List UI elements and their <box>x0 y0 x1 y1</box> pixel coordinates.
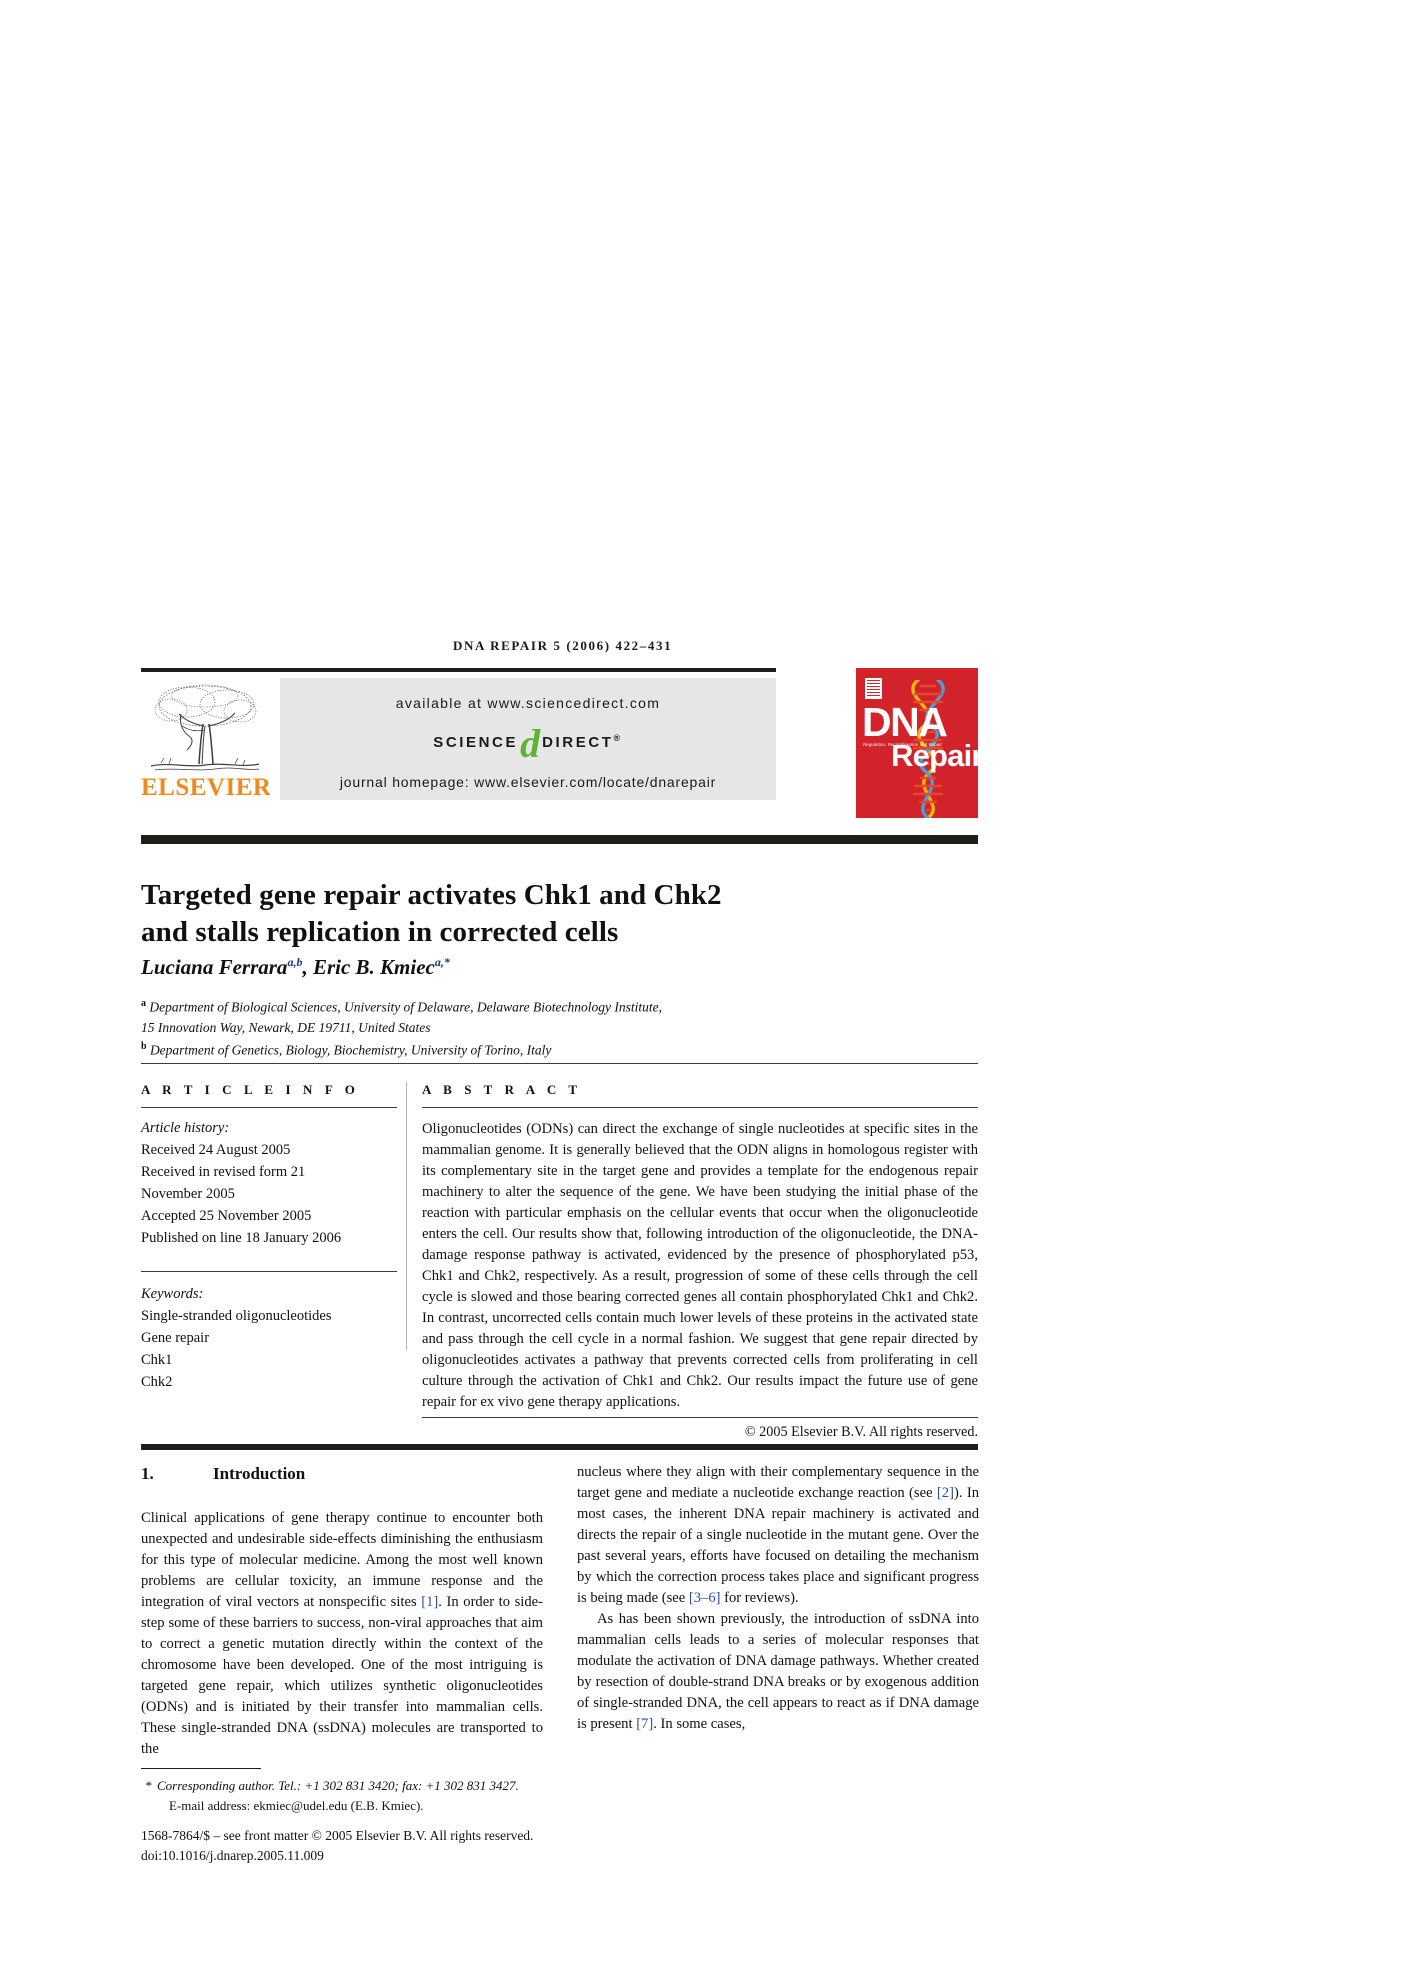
running-head: DNA REPAIR 5 (2006) 422–431 <box>453 638 673 653</box>
abstract-section: A B S T R A C T Oligonucleotides (ODNs) … <box>422 1082 978 1441</box>
body-column-left: 1. Introduction Clinical applications of … <box>141 1462 543 1760</box>
abstract-heading: A B S T R A C T <box>422 1082 582 1097</box>
history-line: Published on line 18 January 2006 <box>141 1230 342 1247</box>
section-heading-introduction: 1. Introduction <box>141 1462 543 1486</box>
title-line-2: and stalls replication in corrected cell… <box>141 915 619 948</box>
journal-homepage-text: journal homepage: www.elsevier.com/locat… <box>339 774 717 790</box>
sciencedirect-left-text: SCIENCE <box>433 734 519 751</box>
affiliation-b-marker: b <box>141 1041 147 1053</box>
journal-cover-thumbnail: DNA Repair Regulation, Recombination and… <box>856 668 978 818</box>
keyword-item: Chk1 <box>141 1352 173 1369</box>
affiliations: a Department of Biological Sciences, Uni… <box>141 996 901 1062</box>
affiliation-a-marker: a <box>141 998 146 1009</box>
banner-bottom-bar <box>141 835 978 844</box>
body-top-bar <box>141 1444 978 1450</box>
registered-trademark-icon: ® <box>613 733 623 743</box>
author-list: Luciana Ferraraa,b, Eric B. Kmieca,* <box>141 955 450 979</box>
corresponding-author-text: Corresponding author. Tel.: +1 302 831 3… <box>157 1778 519 1793</box>
header-rule <box>141 668 776 672</box>
imprint-block: 1568-7864/$ – see front matter © 2005 El… <box>141 1826 621 1867</box>
cover-subtitle: Regulation, Recombination and Repair <box>863 742 943 747</box>
history-line: November 2005 <box>141 1186 235 1203</box>
abstract-body: Oligonucleotides (ODNs) can direct the e… <box>422 1121 978 1410</box>
affiliation-a: a Department of Biological Sciences, Uni… <box>141 996 901 1018</box>
affiliation-a-line1: Department of Biological Sciences, Unive… <box>149 999 663 1015</box>
footnote-rule <box>141 1768 261 1769</box>
affiliation-b: b Department of Genetics, Biology, Bioch… <box>141 1039 901 1061</box>
keyword-item: Single-stranded oligonucleotides <box>141 1308 332 1325</box>
info-abstract-divider <box>406 1082 407 1350</box>
elsevier-tree-icon <box>150 684 260 771</box>
email-address-note: E-mail address: ekmiec@udel.edu (E.B. Km… <box>169 1797 424 1813</box>
page-title: Targeted gene repair activates Chk1 and … <box>141 877 901 950</box>
title-line-1: Targeted gene repair activates Chk1 and … <box>141 879 722 912</box>
journal-banner: ELSEVIER available at www.sciencedirect.… <box>141 678 776 804</box>
section-title: Introduction <box>213 1464 306 1483</box>
article-first-page: DNA REPAIR 5 (2006) 422–431 ELSEVIER ava… <box>0 0 1403 1985</box>
info-top-rule <box>141 1063 978 1064</box>
corresponding-author-marker: * <box>145 1778 152 1793</box>
sciencedirect-d-icon: d <box>520 721 541 766</box>
front-matter-line: 1568-7864/$ – see front matter © 2005 El… <box>141 1828 534 1843</box>
article-info-heading: A R T I C L E I N F O <box>141 1082 360 1097</box>
doi-line: doi:10.1016/j.dnarep.2005.11.009 <box>141 1848 324 1864</box>
article-history-label: Article history: <box>141 1120 230 1136</box>
sciencedirect-logo: SCIENCEd DIRECT® <box>280 721 776 766</box>
intro-paragraph-right-1: nucleus where they align with their comp… <box>577 1464 979 1606</box>
section-number: 1. <box>141 1464 154 1483</box>
keywords-block: Keywords: Single-stranded oligonucleotid… <box>141 1272 397 1393</box>
footnote-block: * Corresponding author. Tel.: +1 302 831 … <box>141 1776 561 1815</box>
keywords-label: Keywords: <box>141 1286 204 1303</box>
history-line: Received 24 August 2005 <box>141 1142 291 1159</box>
body-column-right: nucleus where they align with their comp… <box>577 1462 979 1735</box>
corresponding-author-note: * Corresponding author. Tel.: +1 302 831 … <box>141 1776 561 1796</box>
history-line: Received in revised form 21 <box>141 1164 306 1181</box>
affiliation-b-line1: Department of Genetics, Biology, Biochem… <box>149 1042 552 1058</box>
intro-paragraph-right-2: As has been shown previously, the introd… <box>577 1611 979 1732</box>
article-history-block: Article history: Received 24 August 2005… <box>141 1108 397 1249</box>
dna-helix-icon <box>911 680 945 818</box>
history-line: Accepted 25 November 2005 <box>141 1208 312 1225</box>
sciencedirect-right-text: DIRECT <box>542 734 614 751</box>
article-info-section: A R T I C L E I N F O Article history: R… <box>141 1082 397 1393</box>
affiliation-a-line2: 15 Innovation Way, Newark, DE 19711, Uni… <box>141 1020 431 1036</box>
available-at-text: available at www.sciencedirect.com <box>395 695 661 711</box>
sciencedirect-box: available at www.sciencedirect.com SCIEN… <box>280 678 776 800</box>
keyword-item: Chk2 <box>141 1374 173 1391</box>
intro-paragraph-left: Clinical applications of gene therapy co… <box>141 1510 543 1758</box>
abstract-bottom-rule <box>422 1417 978 1418</box>
elsevier-wordmark: ELSEVIER <box>141 774 270 801</box>
keyword-item: Gene repair <box>141 1330 210 1347</box>
elsevier-logo-box: ELSEVIER <box>141 678 270 804</box>
